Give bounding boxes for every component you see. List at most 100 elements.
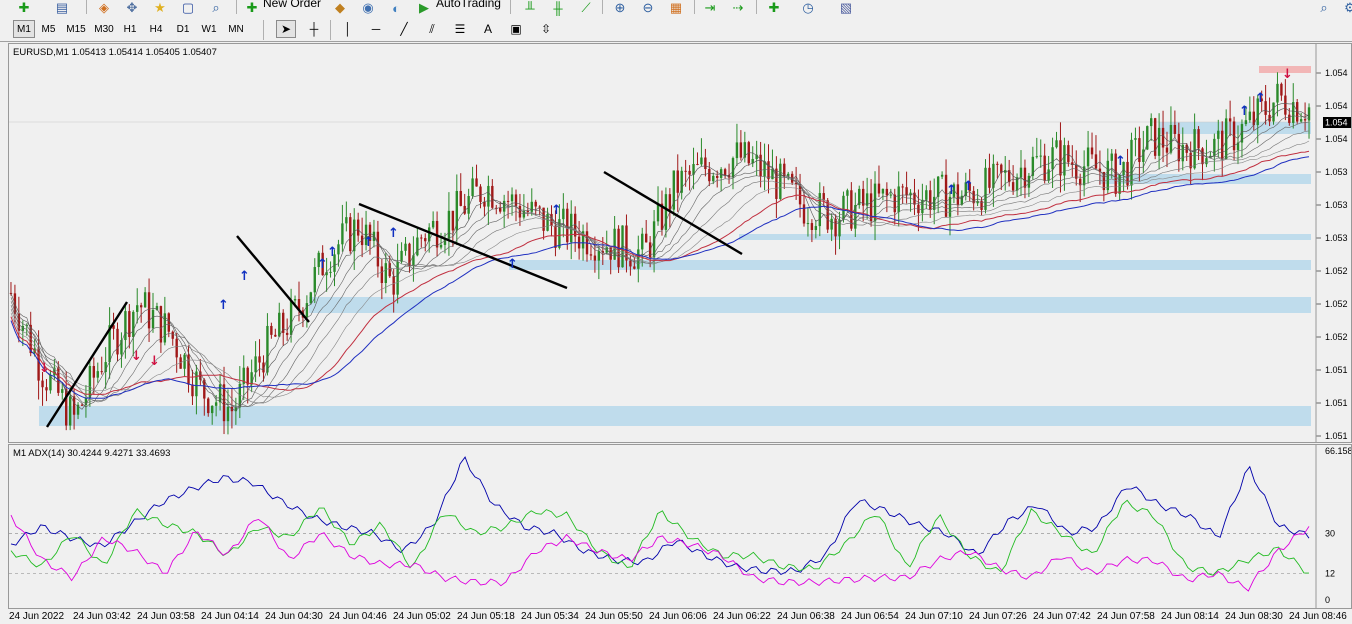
- line-chart-icon[interactable]: ⟋: [576, 0, 596, 16]
- candle-body: [1169, 124, 1173, 153]
- market-watch-icon[interactable]: ◈: [94, 0, 114, 16]
- candle-body: [877, 183, 881, 194]
- candle-body: [353, 219, 356, 252]
- timeframe-m15-button[interactable]: M15: [62, 20, 90, 38]
- text-tool-icon[interactable]: A: [478, 20, 498, 38]
- timeframe-h4-button[interactable]: H4: [142, 20, 170, 38]
- strategy-tester-icon[interactable]: ⌕: [206, 0, 226, 16]
- timeframe-m30-button[interactable]: M30: [90, 20, 118, 38]
- vertical-line-tool-icon[interactable]: │: [338, 20, 358, 38]
- favorites-icon[interactable]: ★: [150, 0, 170, 16]
- main-toolbar: ✚ ▤ ◈ ✥ ★ ▢ ⌕ ✚ New Order ◆ ◉ ◐ ▶ AutoTr…: [0, 0, 1352, 16]
- candle-body: [116, 328, 119, 355]
- candle-body: [1205, 158, 1208, 165]
- arrows-tool-icon[interactable]: ⇳: [536, 20, 556, 38]
- cursor-tool-icon[interactable]: ➤: [276, 20, 296, 38]
- timeframe-d1-button[interactable]: D1: [170, 20, 196, 38]
- profiles-icon[interactable]: ▤: [52, 0, 72, 16]
- candle-body: [447, 210, 451, 239]
- candle-body: [400, 250, 403, 262]
- text-label-tool-icon[interactable]: ▣: [506, 20, 526, 38]
- timeframe-w1-button[interactable]: W1: [196, 20, 222, 38]
- chart-shift-icon[interactable]: ⇥: [700, 0, 720, 16]
- horizontal-line-tool-icon[interactable]: ─: [366, 20, 386, 38]
- candle-body: [641, 233, 644, 250]
- equidistant-channel-tool-icon[interactable]: ⫽: [422, 20, 442, 38]
- candle-body: [270, 325, 273, 335]
- terminal-icon[interactable]: ▢: [178, 0, 198, 16]
- price-chart[interactable]: EURUSD,M1 1.05413 1.05414 1.05405 1.0540…: [8, 43, 1352, 443]
- candle-body: [905, 187, 908, 196]
- candle-body: [644, 233, 648, 243]
- candle-body: [475, 178, 478, 187]
- toolbar-separator: [602, 0, 603, 14]
- candle-body: [688, 170, 691, 175]
- templates-icon[interactable]: ▧: [836, 0, 856, 16]
- autotrading-button[interactable]: AutoTrading: [436, 0, 501, 10]
- support-zone: [39, 406, 1311, 426]
- autoscroll-icon[interactable]: ⇢: [728, 0, 748, 16]
- buy-arrow-icon: ↑: [507, 257, 518, 272]
- candle-body: [384, 263, 387, 283]
- buy-arrow-icon: ↑: [963, 179, 974, 194]
- candle-body: [80, 404, 84, 406]
- candle-body: [534, 201, 537, 207]
- navigator-icon[interactable]: ✥: [122, 0, 142, 16]
- candle-body: [175, 338, 178, 358]
- signals-icon[interactable]: ◉: [358, 0, 378, 16]
- candle-body: [1011, 182, 1015, 191]
- candle-body: [925, 190, 928, 200]
- settings-icon[interactable]: ⚙: [1340, 0, 1352, 16]
- chart-window: EURUSD,M1 1.05413 1.05414 1.05405 1.0540…: [8, 43, 1352, 624]
- new-chart-icon[interactable]: ✚: [14, 0, 34, 16]
- candlestick-icon[interactable]: ╫: [548, 0, 568, 16]
- search-icon[interactable]: ⌕: [1314, 0, 1334, 16]
- candle-body: [554, 225, 557, 248]
- fibonacci-tool-icon[interactable]: ☰: [450, 20, 470, 38]
- timeframe-h1-button[interactable]: H1: [118, 20, 142, 38]
- timeframe-m5-button[interactable]: M5: [35, 20, 62, 38]
- autotrading-icon[interactable]: ▶: [414, 0, 434, 16]
- trendline-tool-icon[interactable]: ╱: [394, 20, 414, 38]
- candle-body: [226, 406, 230, 422]
- indicators-icon[interactable]: ✚: [764, 0, 784, 16]
- candle-body: [629, 260, 632, 267]
- candle-body: [984, 167, 987, 210]
- price-chart-svg: ↑↑↑↑↑↑↑↑↑ ↑↑↑↑↓↓ ↓↓ 1.0541.0541.0541.0531.0…: [9, 44, 1351, 442]
- candle-body: [889, 194, 893, 196]
- candle-body: [471, 178, 474, 197]
- candle-body: [881, 188, 885, 194]
- candle-body: [566, 208, 569, 243]
- candle-body: [392, 276, 395, 295]
- candle-body: [1177, 133, 1181, 162]
- candle-body: [1288, 114, 1291, 123]
- price-axis-label: 1.054: [1325, 68, 1348, 78]
- metaeditor-icon[interactable]: ◆: [330, 0, 350, 16]
- crosshair-tool-icon[interactable]: ┼: [304, 20, 324, 38]
- candle-body: [313, 267, 316, 293]
- timeframe-mn-button[interactable]: MN: [222, 20, 250, 38]
- candle-body: [1244, 120, 1248, 125]
- timeframe-m1-button[interactable]: M1: [13, 20, 35, 38]
- price-axis-label: 1.051: [1325, 365, 1348, 375]
- buy-arrow-icon: ↑: [946, 183, 957, 198]
- tile-windows-icon[interactable]: ▦: [666, 0, 686, 16]
- candle-body: [676, 170, 679, 193]
- bar-chart-icon[interactable]: ╨: [520, 0, 540, 16]
- candle-body: [885, 188, 889, 196]
- market-icon[interactable]: ◐: [386, 0, 406, 16]
- adx-indicator-panel[interactable]: M1 ADX(14) 30.4244 9.4271 33.4693 66.158…: [8, 444, 1352, 609]
- candle-body: [1157, 127, 1161, 156]
- zoom-out-icon[interactable]: ⊖: [638, 0, 658, 16]
- candle-body: [940, 174, 944, 177]
- candle-body: [487, 185, 490, 207]
- time-axis-label: 24 Jun 08:46: [1289, 611, 1347, 622]
- candle-body: [266, 325, 269, 373]
- zoom-in-icon[interactable]: ⊕: [610, 0, 630, 16]
- candle-body: [341, 223, 344, 245]
- periodicity-icon[interactable]: ◷: [798, 0, 818, 16]
- candle-body: [1039, 155, 1042, 157]
- new-order-button[interactable]: New Order: [263, 0, 321, 10]
- new-order-icon[interactable]: ✚: [242, 0, 262, 16]
- indicator-scale-label: 0: [1325, 595, 1330, 605]
